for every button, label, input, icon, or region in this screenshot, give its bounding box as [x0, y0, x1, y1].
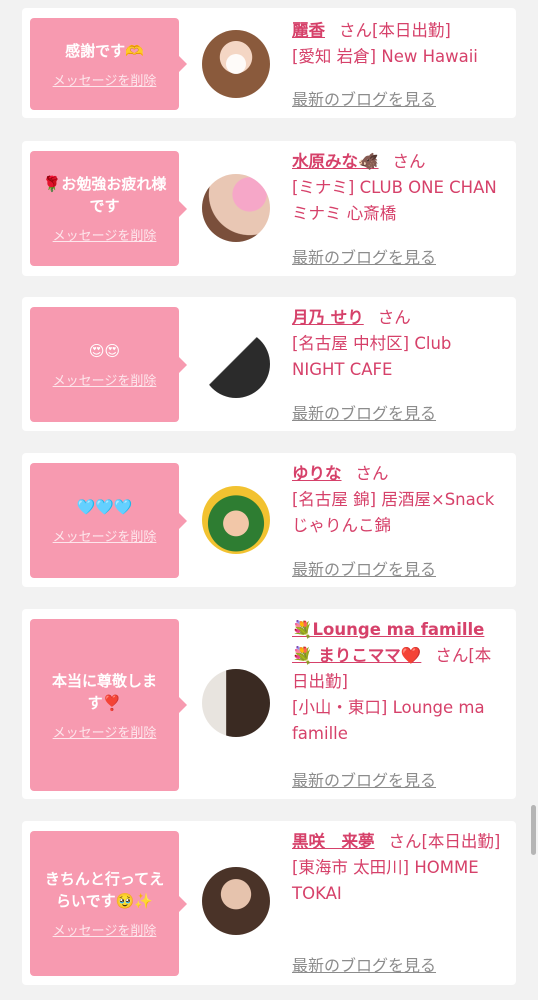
- latest-blog-link[interactable]: 最新のブログを見る: [292, 400, 436, 424]
- shop-info: [ミナミ] CLUB ONE CHAN ミナミ 心斎橋: [292, 178, 497, 223]
- message-card: 本当に尊敬します❣️ メッセージを削除 💐Lounge ma famille💐 …: [22, 609, 516, 799]
- message-text: 感謝です🫶: [65, 41, 144, 60]
- message-text: 🩵🩵🩵: [76, 498, 133, 516]
- message-card: 感謝です🫶 メッセージを削除 麗香 さん[本日出勤] [愛知 岩倉] New Ha…: [22, 8, 516, 118]
- message-card: 😍😍 メッセージを削除 月乃 せり さん [名古屋 中村区] Club NIGHT…: [22, 297, 516, 431]
- message-text: 😍😍: [88, 342, 121, 360]
- scrollbar[interactable]: [531, 805, 536, 855]
- message-card: 🌹お勉強お疲れ様です メッセージを削除 水原みな🐗 さん [ミナミ] CLUB O…: [22, 141, 516, 276]
- avatar[interactable]: [202, 330, 270, 398]
- host-suffix: さん[本日出勤]: [339, 21, 451, 40]
- message-text: きちんと行ってえらいです🥹✨: [44, 870, 165, 910]
- delete-message-link[interactable]: メッセージを削除: [53, 722, 157, 741]
- avatar[interactable]: [202, 669, 270, 737]
- shop-info: [小山・東口] Lounge ma famille: [292, 698, 485, 743]
- avatar[interactable]: [202, 30, 270, 98]
- host-info: ゆりな さん [名古屋 錦] 居酒屋×Snack じゃりんこ錦: [292, 461, 504, 539]
- host-name-link[interactable]: 水原みな🐗: [292, 152, 379, 171]
- latest-blog-link[interactable]: 最新のブログを見る: [292, 952, 436, 976]
- host-info: 月乃 せり さん [名古屋 中村区] Club NIGHT CAFE: [292, 305, 504, 383]
- host-name-link[interactable]: 月乃 せり: [292, 308, 364, 327]
- message-bubble: きちんと行ってえらいです🥹✨ メッセージを削除: [30, 831, 187, 976]
- delete-message-link[interactable]: メッセージを削除: [53, 920, 157, 939]
- avatar[interactable]: [202, 867, 270, 935]
- latest-blog-link[interactable]: 最新のブログを見る: [292, 244, 436, 268]
- host-suffix: さん[本日出勤]: [388, 832, 501, 851]
- host-suffix: さん: [377, 308, 411, 327]
- host-info: 黒咲 来夢 さん[本日出勤] [東海市 太田川] HOMME TOKAI: [292, 829, 504, 907]
- message-bubble: 🩵🩵🩵 メッセージを削除: [30, 463, 187, 578]
- message-card: 🩵🩵🩵 メッセージを削除 ゆりな さん [名古屋 錦] 居酒屋×Snack じゃり…: [22, 453, 516, 587]
- host-suffix: さん: [355, 464, 389, 483]
- message-bubble: 😍😍 メッセージを削除: [30, 307, 187, 422]
- delete-message-link[interactable]: メッセージを削除: [53, 526, 157, 545]
- host-name-link[interactable]: ゆりな: [292, 464, 342, 483]
- host-info: 水原みな🐗 さん [ミナミ] CLUB ONE CHAN ミナミ 心斎橋: [292, 149, 504, 227]
- host-info: 💐Lounge ma famille💐 まりこママ❤️ さん[本日出勤] [小山・…: [292, 617, 504, 747]
- message-bubble: 感謝です🫶 メッセージを削除: [30, 18, 187, 110]
- message-text: 本当に尊敬します❣️: [51, 671, 157, 712]
- delete-message-link[interactable]: メッセージを削除: [53, 370, 157, 389]
- delete-message-link[interactable]: メッセージを削除: [53, 225, 157, 244]
- shop-info: [東海市 太田川] HOMME TOKAI: [292, 858, 479, 903]
- avatar[interactable]: [202, 486, 270, 554]
- message-bubble: 🌹お勉強お疲れ様です メッセージを削除: [30, 151, 187, 266]
- host-info: 麗香 さん[本日出勤] [愛知 岩倉] New Hawaii: [292, 18, 504, 70]
- shop-info: [名古屋 中村区] Club NIGHT CAFE: [292, 334, 452, 379]
- shop-info: [愛知 岩倉] New Hawaii: [292, 47, 478, 66]
- message-text: 🌹お勉強お疲れ様です: [42, 175, 167, 215]
- message-card: きちんと行ってえらいです🥹✨ メッセージを削除 黒咲 来夢 さん[本日出勤] [東…: [22, 821, 516, 985]
- latest-blog-link[interactable]: 最新のブログを見る: [292, 86, 436, 110]
- host-name-link[interactable]: 麗香: [292, 21, 325, 40]
- host-suffix: さん: [392, 152, 426, 171]
- shop-info: [名古屋 錦] 居酒屋×Snack じゃりんこ錦: [292, 490, 495, 535]
- latest-blog-link[interactable]: 最新のブログを見る: [292, 556, 436, 580]
- latest-blog-link[interactable]: 最新のブログを見る: [292, 767, 436, 791]
- avatar[interactable]: [202, 174, 270, 242]
- host-name-link[interactable]: 黒咲 来夢: [292, 832, 375, 851]
- delete-message-link[interactable]: メッセージを削除: [53, 70, 157, 89]
- message-bubble: 本当に尊敬します❣️ メッセージを削除: [30, 619, 187, 791]
